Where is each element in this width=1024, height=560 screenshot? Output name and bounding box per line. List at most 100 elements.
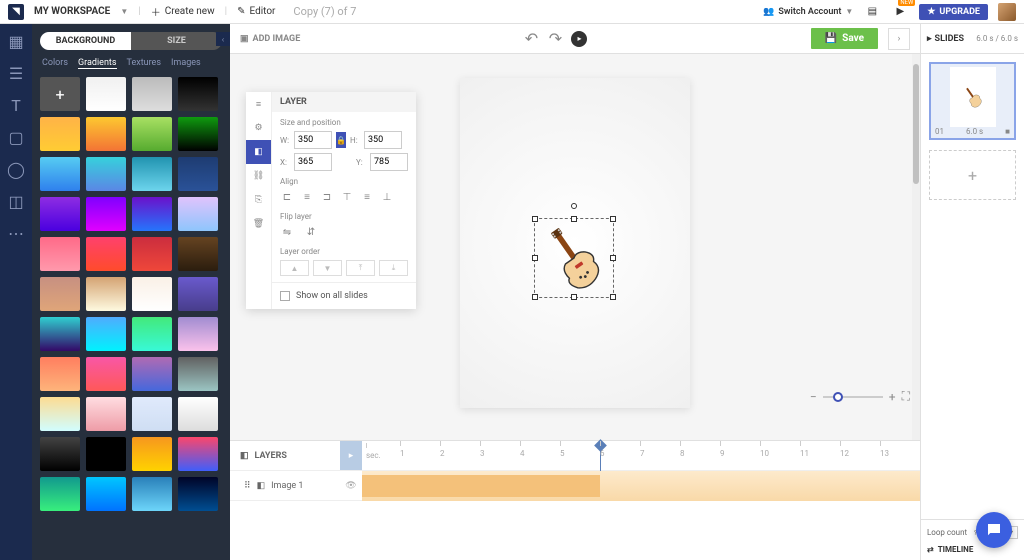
align-center-icon[interactable]: ≡ — [300, 190, 314, 204]
save-button[interactable]: 💾Save — [811, 28, 878, 49]
gradient-swatch[interactable] — [178, 317, 218, 351]
gradient-swatch[interactable] — [40, 117, 80, 151]
subtab-colors[interactable]: Colors — [42, 58, 68, 69]
width-input[interactable] — [294, 131, 332, 149]
subtab-gradients[interactable]: Gradients — [78, 58, 117, 69]
resize-handle-tm[interactable] — [571, 216, 577, 222]
gradient-swatch[interactable] — [40, 437, 80, 471]
comments-icon[interactable]: ▤ — [863, 3, 881, 21]
zoom-in-button[interactable]: + — [889, 390, 896, 404]
align-top-icon[interactable]: ⊤ — [340, 190, 354, 204]
gradient-swatch[interactable] — [132, 397, 172, 431]
tool-delete-icon[interactable]: 🗑 — [246, 212, 271, 236]
gradient-swatch[interactable] — [132, 437, 172, 471]
document-title[interactable]: Copy (7) of 7 — [293, 5, 356, 18]
text-icon[interactable]: T — [7, 96, 25, 114]
add-swatch-button[interactable]: + — [40, 77, 80, 111]
vertical-scrollbar[interactable] — [912, 54, 920, 440]
resize-handle-tr[interactable] — [610, 216, 616, 222]
layer-name-text[interactable]: Image 1 — [271, 481, 303, 491]
resize-handle-bm[interactable] — [571, 294, 577, 300]
gradient-swatch[interactable] — [178, 237, 218, 271]
layer-handle-icon[interactable]: ⠿ — [244, 481, 251, 491]
tool-settings-icon[interactable]: ⚙ — [246, 116, 271, 140]
switch-account-button[interactable]: 👥Switch Account▼ — [763, 7, 853, 17]
gradient-swatch[interactable] — [178, 397, 218, 431]
gradient-swatch[interactable] — [132, 197, 172, 231]
gradient-swatch[interactable] — [178, 477, 218, 511]
gradient-swatch[interactable] — [86, 197, 126, 231]
present-icon[interactable]: ▶NEW — [891, 3, 909, 21]
bring-forward-button[interactable]: ▲ — [280, 260, 309, 276]
timeline-play-button[interactable]: ▸ — [340, 441, 362, 471]
gradient-swatch[interactable] — [86, 397, 126, 431]
gradient-swatch[interactable] — [178, 197, 218, 231]
image-icon[interactable]: ▢ — [7, 128, 25, 146]
gradient-swatch[interactable] — [132, 157, 172, 191]
gradient-swatch[interactable] — [86, 477, 126, 511]
workspace-name[interactable]: MY WORKSPACE — [34, 6, 110, 17]
add-image-button[interactable]: ▣ADD IMAGE — [240, 34, 300, 44]
template-icon[interactable]: ◫ — [7, 192, 25, 210]
upgrade-button[interactable]: ★UPGRADE — [919, 4, 988, 20]
gradient-swatch[interactable] — [40, 357, 80, 391]
tool-layer-icon[interactable]: ◧ — [246, 140, 271, 164]
editor-mode-button[interactable]: ✎Editor — [237, 6, 275, 17]
gradient-swatch[interactable] — [132, 117, 172, 151]
tool-copy-icon[interactable]: ⎘ — [246, 188, 271, 212]
gradient-swatch[interactable] — [178, 277, 218, 311]
zoom-out-button[interactable]: − — [810, 390, 817, 404]
resize-handle-br[interactable] — [610, 294, 616, 300]
gradient-swatch[interactable] — [40, 477, 80, 511]
align-middle-icon[interactable]: ≡ — [360, 190, 374, 204]
more-icon[interactable]: ⋯ — [7, 224, 25, 242]
resize-handle-mr[interactable] — [610, 255, 616, 261]
preview-button[interactable]: ▸ — [571, 31, 587, 47]
gradient-swatch[interactable] — [40, 397, 80, 431]
flip-vertical-icon[interactable]: ⇵ — [304, 225, 318, 239]
slide-thumbnail-1[interactable]: 016.0 s■ — [929, 62, 1016, 140]
layout-icon[interactable]: ▦ — [7, 32, 25, 50]
redo-button[interactable]: ↷ — [547, 31, 563, 47]
user-avatar[interactable] — [998, 3, 1016, 21]
timeline-toggle-button[interactable]: ⇄TIMELINE — [927, 545, 1018, 554]
next-button[interactable]: › — [888, 28, 910, 50]
gradient-swatch[interactable] — [86, 77, 126, 111]
workspace-dropdown-icon[interactable]: ▼ — [120, 7, 128, 16]
gradient-swatch[interactable] — [86, 357, 126, 391]
selection-frame[interactable] — [534, 218, 614, 298]
app-logo[interactable]: ◥ — [8, 4, 24, 20]
send-backward-button[interactable]: ▼ — [313, 260, 342, 276]
gradient-swatch[interactable] — [132, 277, 172, 311]
gradient-swatch[interactable] — [178, 157, 218, 191]
chat-support-button[interactable] — [976, 512, 1012, 548]
shape-icon[interactable]: ◯ — [7, 160, 25, 178]
tool-link-icon[interactable]: ⛓ — [246, 164, 271, 188]
rotate-handle[interactable] — [571, 203, 577, 209]
gradient-swatch[interactable] — [178, 117, 218, 151]
resize-handle-ml[interactable] — [532, 255, 538, 261]
gradient-swatch[interactable] — [86, 237, 126, 271]
height-input[interactable] — [364, 131, 402, 149]
gradient-swatch[interactable] — [86, 157, 126, 191]
x-input[interactable] — [294, 153, 332, 171]
gradient-swatch[interactable] — [132, 77, 172, 111]
canvas-artboard[interactable] — [460, 78, 690, 408]
timeline-track[interactable] — [362, 471, 920, 501]
send-back-button[interactable]: ⤓ — [379, 260, 408, 276]
collapse-panel-button[interactable]: ‹ — [216, 32, 230, 46]
align-left-icon[interactable]: ⊏ — [280, 190, 294, 204]
subtab-textures[interactable]: Textures — [127, 58, 161, 69]
undo-button[interactable]: ↶ — [523, 31, 539, 47]
timeline-clip[interactable] — [362, 475, 600, 497]
gradient-swatch[interactable] — [178, 357, 218, 391]
gradient-swatch[interactable] — [132, 477, 172, 511]
gradient-swatch[interactable] — [132, 237, 172, 271]
gradient-swatch[interactable] — [40, 317, 80, 351]
gradient-swatch[interactable] — [178, 437, 218, 471]
gradient-swatch[interactable] — [132, 317, 172, 351]
create-new-button[interactable]: ＋Create new — [151, 4, 215, 19]
gradient-swatch[interactable] — [86, 437, 126, 471]
gradient-swatch[interactable] — [40, 157, 80, 191]
lock-aspect-icon[interactable]: 🔒 — [336, 132, 346, 148]
